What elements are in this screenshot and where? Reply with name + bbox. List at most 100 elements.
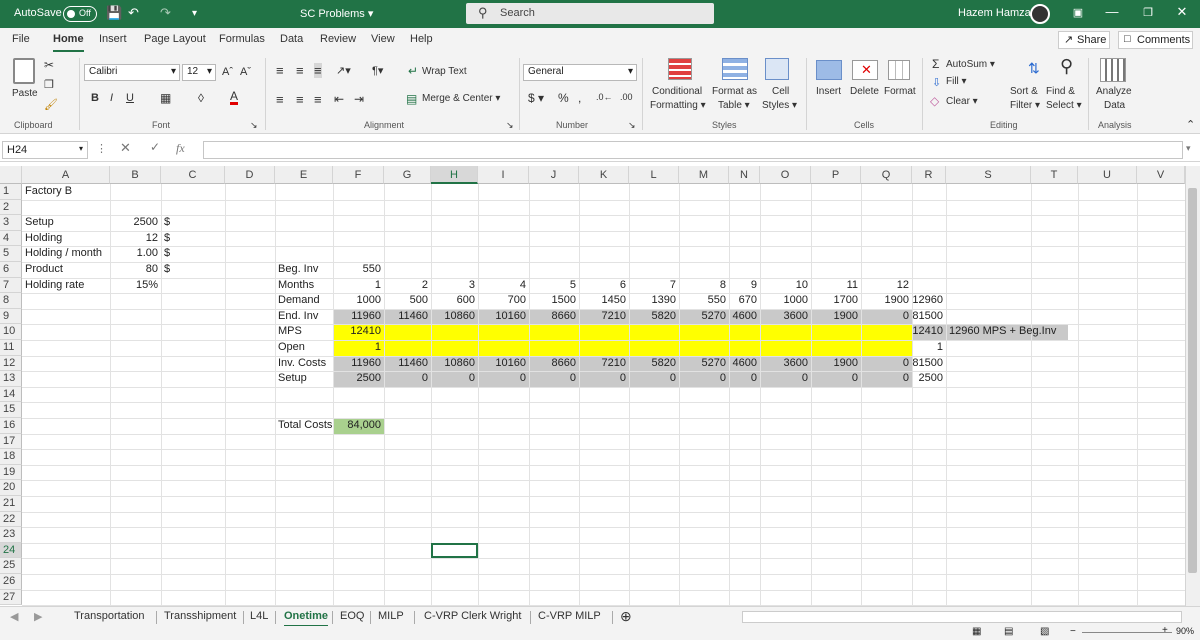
conditional-formatting-label-2[interactable]: Formatting ▾	[650, 100, 706, 111]
row-header-8[interactable]: 8	[0, 293, 22, 309]
font-size-select[interactable]: 12 ▾	[182, 64, 216, 81]
insert-label[interactable]: Insert	[816, 86, 841, 97]
cell-r9[interactable]: 81500	[912, 309, 946, 325]
prev-sheet-icon[interactable]: ◀	[10, 610, 18, 623]
cell-g7[interactable]: 2	[384, 278, 431, 294]
bold-icon[interactable]: B	[91, 92, 99, 104]
cell-e11[interactable]: Open	[275, 340, 333, 356]
sort-filter-label-2[interactable]: Filter ▾	[1010, 100, 1040, 111]
cell-k7[interactable]: 6	[579, 278, 629, 294]
cell-j9[interactable]: 8660	[529, 309, 579, 325]
cell-n12[interactable]: 4600	[729, 356, 760, 372]
paste-label[interactable]: Paste	[12, 88, 38, 99]
cell-f13[interactable]: 2500	[333, 371, 384, 387]
page-layout-view-icon[interactable]: ▤	[1004, 626, 1013, 637]
decrease-font-icon[interactable]: Aˇ	[240, 66, 251, 78]
borders-icon[interactable]: ▦	[160, 91, 171, 105]
cell-b7[interactable]: 15%	[110, 278, 161, 294]
cell-p9[interactable]: 1900	[811, 309, 861, 325]
column-header-g[interactable]: G	[384, 166, 431, 184]
sheet-tab-transportation[interactable]: Transportation	[74, 610, 145, 622]
fill-icon[interactable]: ⇩	[932, 76, 941, 89]
row-header-25[interactable]: 25	[0, 558, 22, 574]
avatar[interactable]	[1030, 4, 1050, 24]
analyze-data-label-2[interactable]: Data	[1104, 100, 1125, 111]
cell-b5[interactable]: 1.00	[110, 246, 161, 262]
format-as-table-icon[interactable]	[722, 58, 748, 80]
cell-styles-label-2[interactable]: Styles ▾	[762, 100, 797, 111]
cell-o8[interactable]: 1000	[760, 293, 811, 309]
row-header-1[interactable]: 1	[0, 184, 22, 200]
fill-color-icon[interactable]: ◊	[198, 91, 204, 105]
row-header-22[interactable]: 22	[0, 511, 22, 528]
cell-r12[interactable]: 81500	[912, 356, 946, 372]
cell-o13[interactable]: 0	[760, 371, 811, 387]
cell-l13[interactable]: 0	[629, 371, 679, 387]
sheet-tab-c-vrp-clerk-wright[interactable]: C-VRP Clerk Wright	[424, 610, 521, 622]
tab-data[interactable]: Data	[280, 33, 303, 45]
normal-view-icon[interactable]: ▦	[972, 626, 981, 637]
cell-m8[interactable]: 550	[679, 293, 729, 309]
cell-i8[interactable]: 700	[478, 293, 529, 309]
row-header-5[interactable]: 5	[0, 246, 22, 262]
row-header-23[interactable]: 23	[0, 527, 22, 543]
cell-q7[interactable]: 12	[861, 278, 912, 294]
column-header-j[interactable]: J	[529, 166, 579, 184]
cell-q12[interactable]: 0	[861, 356, 912, 372]
alignment-dialog-icon[interactable]: ↘	[506, 120, 514, 131]
cell-b4[interactable]: 12	[110, 231, 161, 247]
column-header-h[interactable]: H	[431, 166, 478, 184]
comments-button[interactable]: □ Comments	[1118, 31, 1193, 49]
orientation-icon[interactable]: ↗▾	[336, 64, 351, 77]
cell-c5[interactable]: $	[161, 246, 225, 262]
format-as-table-label-1[interactable]: Format as	[712, 86, 757, 97]
cell-i7[interactable]: 4	[478, 278, 529, 294]
cell-n13[interactable]: 0	[729, 371, 760, 387]
cell-styles-label-1[interactable]: Cell	[772, 86, 789, 97]
tab-insert[interactable]: Insert	[99, 33, 127, 45]
column-header-i[interactable]: I	[478, 166, 529, 184]
cell-h7[interactable]: 3	[431, 278, 478, 294]
insert-cells-icon[interactable]	[816, 60, 842, 80]
font-color-icon[interactable]: A	[230, 90, 239, 105]
cell-e16[interactable]: Total Costs	[275, 418, 333, 434]
cell-b3[interactable]: 2500	[110, 215, 161, 231]
cell-h12[interactable]: 10860	[431, 356, 478, 372]
cell-o9[interactable]: 3600	[760, 309, 811, 325]
cell-o7[interactable]: 10	[760, 278, 811, 294]
cell-m12[interactable]: 5270	[679, 356, 729, 372]
sheet-tab-eoq[interactable]: EOQ	[340, 610, 364, 622]
find-select-icon[interactable]: ⚲	[1060, 56, 1073, 77]
column-header-f[interactable]: F	[333, 166, 384, 184]
align-bottom-icon[interactable]: ≡	[314, 63, 322, 78]
align-left-icon[interactable]: ≡	[276, 92, 284, 107]
formula-input[interactable]	[203, 141, 1183, 159]
new-sheet-icon[interactable]: ⊕	[620, 608, 632, 625]
cell-r13[interactable]: 2500	[912, 371, 946, 387]
sheet-tab-onetime[interactable]: Onetime	[284, 610, 329, 627]
sheet-tab-transshipment[interactable]: Transshipment	[164, 610, 236, 622]
cell-f11[interactable]: 1	[333, 340, 384, 356]
row-header-11[interactable]: 11	[0, 340, 22, 356]
next-sheet-icon[interactable]: ▶	[34, 610, 42, 623]
cell-k8[interactable]: 1450	[579, 293, 629, 309]
cell-f7[interactable]: 1	[333, 278, 384, 294]
autosum-label[interactable]: AutoSum ▾	[946, 59, 995, 70]
row-header-16[interactable]: 16	[0, 418, 22, 434]
column-header-s[interactable]: S	[946, 166, 1031, 184]
save-icon[interactable]: 💾	[106, 5, 122, 21]
format-label[interactable]: Format	[884, 86, 916, 97]
column-header-b[interactable]: B	[110, 166, 161, 184]
selected-cell-h24[interactable]	[431, 542, 478, 559]
percent-icon[interactable]: %	[558, 91, 569, 105]
vertical-scrollbar[interactable]	[1185, 166, 1200, 606]
cell-f10[interactable]: 12410	[333, 324, 384, 340]
cell-m9[interactable]: 5270	[679, 309, 729, 325]
cell-a1[interactable]: Factory B	[22, 184, 222, 200]
delete-cells-icon[interactable]: ✕	[852, 60, 878, 80]
wrap-text-label[interactable]: Wrap Text	[422, 66, 467, 77]
column-header-a[interactable]: A	[22, 166, 110, 184]
vertical-scroll-thumb[interactable]	[1188, 188, 1197, 573]
merge-center-label[interactable]: Merge & Center ▾	[422, 93, 500, 104]
document-title[interactable]: SC Problems ▾	[300, 7, 373, 20]
